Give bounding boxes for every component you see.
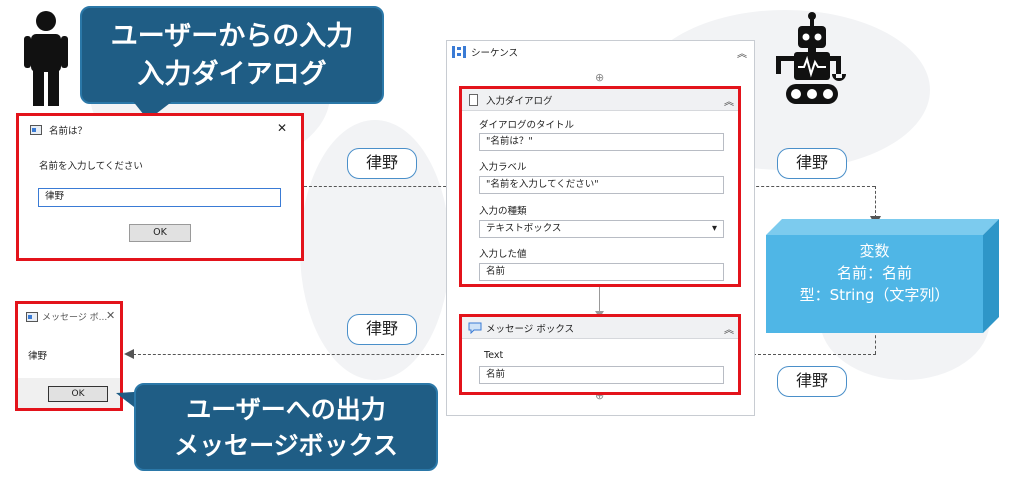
sequence-header[interactable]: シーケンス ︽ [447, 41, 754, 63]
sequence-title: シーケンス [471, 48, 519, 59]
collapse-icon[interactable]: ︽ [724, 321, 734, 336]
variable-type: 型：String（文字列） [799, 286, 950, 304]
input-label-value: "名前を入力してください" [486, 179, 599, 190]
callout-line-1: ユーザーからの入力 [110, 21, 354, 52]
collapse-icon[interactable]: ︽ [724, 93, 734, 108]
callout-user-input: ユーザーからの入力 入力ダイアログ [80, 6, 384, 104]
value-bubble: 律野 [347, 314, 417, 345]
ok-label: OK [71, 389, 85, 399]
arrow-dialog-to-variable-down [875, 186, 876, 218]
close-icon[interactable]: ✕ [106, 309, 115, 322]
ok-label: OK [153, 227, 167, 238]
input-label-field[interactable]: "名前を入力してください" [479, 176, 724, 194]
input-prompt: 名前を入力してください [39, 161, 143, 172]
value-bubble: 律野 [777, 366, 847, 397]
value-bubble: 律野 [777, 148, 847, 179]
dialog-title-field[interactable]: "名前は？" [479, 133, 724, 151]
input-type-label: 入力の種類 [479, 206, 527, 217]
arrow-msgbox-to-output [133, 354, 459, 355]
dialog-title-label: ダイアログのタイトル [479, 120, 575, 131]
robot-icon [776, 12, 846, 104]
input-dialog-activity-frame: 入力ダイアログ ︽ ダイアログのタイトル "名前は？" 入力ラベル "名前を入力… [459, 86, 741, 287]
input-dialog-title: 名前は？ [49, 126, 88, 137]
arrow-variable-to-msgbox [875, 330, 876, 354]
variable-name: 名前：名前 [836, 264, 912, 282]
variable-box: 変数 名前：名前 型：String（文字列） [766, 240, 983, 330]
text-value: 名前 [486, 369, 506, 380]
callout-line-2: 入力ダイアログ [137, 59, 327, 90]
message-text: 律野 [28, 351, 48, 362]
text-field[interactable]: 名前 [479, 366, 724, 384]
window-icon [30, 125, 42, 135]
text-label: Text [484, 350, 504, 361]
entered-value-field[interactable]: 名前 [479, 263, 724, 281]
add-activity-icon[interactable]: ⊕ [595, 71, 604, 84]
sequence-icon [452, 46, 466, 58]
ok-button[interactable]: OK [129, 224, 191, 242]
value-bubble: 律野 [347, 148, 417, 179]
entered-value-label: 入力した値 [479, 249, 527, 260]
arrow-dialog-to-variable [741, 186, 875, 187]
message-box-activity-header[interactable]: メッセージ ボックス ︽ [462, 317, 738, 339]
dialog-title-value: "名前は？" [486, 136, 533, 147]
chevron-down-icon: ▾ [712, 223, 718, 234]
close-icon[interactable]: ✕ [277, 121, 287, 135]
input-value: 律野 [45, 191, 65, 202]
input-textbox[interactable]: 律野 [38, 188, 281, 207]
collapse-icon[interactable]: ︽ [737, 45, 747, 60]
dialog-activity-icon [469, 94, 478, 106]
input-dialog-frame: 名前は？ ✕ 名前を入力してください 律野 OK [16, 113, 304, 261]
callout-user-output: ユーザーへの出力 メッセージボックス [134, 383, 438, 471]
message-box-title: メッセージ ボ... [42, 313, 108, 323]
arrow-head [124, 349, 134, 359]
entered-value-value: 名前 [486, 266, 506, 277]
input-dialog-activity-header[interactable]: 入力ダイアログ ︽ [462, 89, 738, 111]
callout-line-1: ユーザーへの出力 [186, 395, 386, 424]
arrow-input-to-dialog [304, 186, 456, 187]
person-icon [24, 11, 68, 106]
input-type-dropdown[interactable]: テキストボックス ▾ [479, 220, 724, 238]
input-label-label: 入力ラベル [479, 162, 527, 173]
variable-title: 変数 [859, 242, 890, 260]
message-box-activity-frame: メッセージ ボックス ︽ Text 名前 [459, 314, 741, 395]
arrow-variable-to-msgbox-left [748, 354, 876, 355]
input-type-value: テキストボックス [486, 223, 562, 234]
message-box-activity-title: メッセージ ボックス [486, 324, 575, 335]
callout-line-2: メッセージボックス [174, 431, 398, 460]
ok-button[interactable]: OK [48, 386, 108, 402]
message-icon [468, 322, 482, 334]
input-dialog-activity-title: 入力ダイアログ [486, 96, 553, 107]
message-box-frame: メッセージ ボ... ✕ 律野 OK [15, 301, 123, 411]
window-icon [26, 312, 38, 322]
